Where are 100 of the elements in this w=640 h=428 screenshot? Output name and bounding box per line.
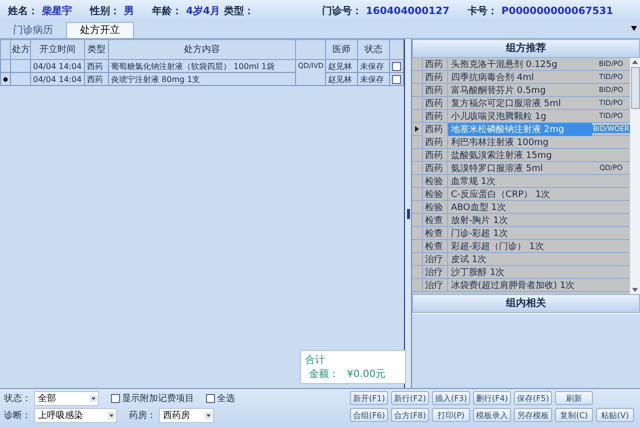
- splitter-handle-icon[interactable]: [406, 208, 410, 218]
- status-dropdown[interactable]: 全部: [34, 391, 99, 406]
- type-text: 检验: [422, 188, 447, 200]
- table-cell: 葡萄糖氯化钠注射液（软袋四层） 100ml 1袋: [108, 60, 296, 72]
- list-row[interactable]: 西药 盐酸氨溴索注射液 15mg: [412, 149, 630, 162]
- type-text: 西药: [422, 58, 447, 70]
- amount-value: ¥0.00元: [347, 368, 386, 381]
- checkbox-label: 显示附加记费项目: [122, 392, 194, 405]
- checkbox[interactable]: [111, 394, 120, 403]
- item-text: 氨溴特罗口服溶液 5ml: [447, 162, 592, 174]
- list-row[interactable]: 检查 彩超-彩超（门诊） 1次: [412, 240, 630, 253]
- diagnosis-dropdown[interactable]: 上呼吸感染: [34, 408, 117, 423]
- item-text: 四季抗病毒合剂 4ml: [447, 70, 592, 84]
- item-text: 利巴韦林注射液 100mg: [447, 136, 592, 148]
- table-cell: 赵见林: [326, 60, 358, 72]
- column-header: 处方: [10, 40, 30, 60]
- type-text: 检验: [422, 174, 447, 188]
- list-row[interactable]: 检查 门诊-彩超 1次: [412, 227, 630, 240]
- type-text: 西药: [422, 136, 447, 148]
- field-label: 卡号：: [467, 4, 498, 18]
- toolbar-button[interactable]: 另存模板: [514, 408, 552, 422]
- item-text: 富马酸酮替芬片 0.5mg: [447, 84, 592, 96]
- pharmacy-dropdown[interactable]: 西药房: [159, 408, 214, 423]
- field-label: 门诊号：: [322, 4, 362, 18]
- tab[interactable]: 处方开立: [66, 22, 134, 38]
- list-row[interactable]: 治疗 冰袋费(超过肩胛骨者加收) 1次: [412, 279, 630, 292]
- toolbar-button[interactable]: 打印(P): [432, 408, 470, 422]
- table-cell: 炎琥宁注射液 80mg 1支: [108, 72, 296, 86]
- patient-sex: 男: [124, 4, 134, 18]
- toolbar-button[interactable]: 新开(F1): [350, 391, 388, 405]
- column-header: 类型: [84, 40, 108, 60]
- item-text: 沙丁胺醇 1次: [447, 266, 592, 278]
- type-text: 西药: [422, 162, 447, 174]
- type-text: 检查: [422, 214, 447, 226]
- item-text: 皮试 1次: [447, 252, 592, 266]
- item-text: 放射-胸片 1次: [447, 214, 592, 226]
- scroll-thumb[interactable]: [630, 67, 640, 109]
- clinic-number: 160404000127: [366, 6, 450, 16]
- dropdown-icon[interactable]: [631, 26, 637, 31]
- list-row[interactable]: 检验 血常规 1次: [412, 175, 630, 188]
- dropdown-arrow-icon[interactable]: [205, 412, 212, 419]
- table-cell: 04/04 14:04: [30, 72, 84, 86]
- type-text: 治疗: [422, 278, 447, 292]
- current-row-icon: [415, 126, 419, 132]
- toolbar-button[interactable]: 模板录入: [473, 408, 511, 422]
- table-cell: 赵见林: [326, 72, 358, 86]
- list-row[interactable]: 检验 C-反应蛋白（CRP） 1次: [412, 188, 630, 201]
- amount-label: 金额：: [309, 368, 339, 381]
- dropdown-arrow-icon[interactable]: [90, 395, 97, 402]
- item-text: 头孢克洛干混悬剂 0.125g: [447, 58, 592, 70]
- toolbar-button[interactable]: 保存(F5): [514, 391, 552, 405]
- dropdown-arrow-icon[interactable]: [108, 412, 115, 419]
- field-label: 类型：: [224, 4, 254, 18]
- item-text: ABO血型 1次: [447, 200, 592, 214]
- list-row[interactable]: 检验 ABO血型 1次: [412, 201, 630, 214]
- scroll-up-icon[interactable]: [632, 60, 638, 64]
- table-cell: 未保存: [358, 60, 390, 72]
- checkbox[interactable]: [206, 394, 215, 403]
- checkbox[interactable]: [392, 74, 401, 84]
- toolbar-button[interactable]: 刷新: [555, 391, 593, 405]
- type-text: 西药: [422, 148, 447, 162]
- checkbox-label: 全选: [217, 392, 235, 405]
- toolbar-button[interactable]: 复制(C): [555, 408, 593, 422]
- field-label: 药房：: [129, 410, 156, 422]
- type-text: 检验: [422, 200, 447, 214]
- type-text: 西药: [422, 96, 447, 110]
- patient-name: 柴星宇: [42, 4, 72, 18]
- toolbar-button[interactable]: 新行(F2): [391, 391, 429, 405]
- type-text: 检查: [422, 240, 447, 252]
- list-row[interactable]: 治疗 沙丁胺醇 1次: [412, 266, 630, 279]
- panel-header: 组内相关: [412, 294, 640, 313]
- field-label: 状态：: [4, 392, 31, 405]
- toolbar-button[interactable]: 插入(F3): [432, 391, 470, 405]
- item-text: 盐酸氨溴索注射液 15mg: [447, 148, 592, 162]
- scrollbar[interactable]: [630, 58, 640, 294]
- toolbar-button[interactable]: 合方(F8): [391, 408, 429, 422]
- toolbar-button[interactable]: 合组(F6): [350, 408, 388, 422]
- type-text: 西药: [422, 122, 447, 136]
- card-number: P000000000067531: [501, 6, 614, 16]
- item-text: 地塞米松磷酸钠注射液 2mg: [447, 122, 592, 136]
- scroll-down-icon[interactable]: [632, 288, 638, 292]
- toolbar-button[interactable]: 粘贴(V): [596, 408, 634, 422]
- list-row[interactable]: 西药 利巴韦林注射液 100mg: [412, 136, 630, 149]
- field-label: 姓名：: [8, 4, 38, 18]
- column-header: 开立时间: [30, 40, 84, 60]
- list-row[interactable]: 检查 放射-胸片 1次: [412, 214, 630, 227]
- list-row[interactable]: 治疗 皮试 1次: [412, 253, 630, 266]
- table-cell: 未保存: [358, 72, 390, 86]
- toolbar-button[interactable]: 删行(F4): [473, 391, 511, 405]
- column-header: 处方内容: [108, 40, 296, 60]
- type-text: 西药: [422, 70, 447, 84]
- checkbox[interactable]: [392, 62, 401, 70]
- table-cell: 西药: [84, 60, 108, 72]
- tab[interactable]: 门诊病历: [0, 23, 66, 38]
- total-label: 合计: [305, 354, 326, 367]
- column-header: 医师: [326, 40, 358, 60]
- type-text: 西药: [422, 84, 447, 96]
- type-text: 检查: [422, 226, 447, 240]
- field-label: 年龄：: [152, 4, 182, 18]
- item-text: 彩超-彩超（门诊） 1次: [447, 240, 592, 252]
